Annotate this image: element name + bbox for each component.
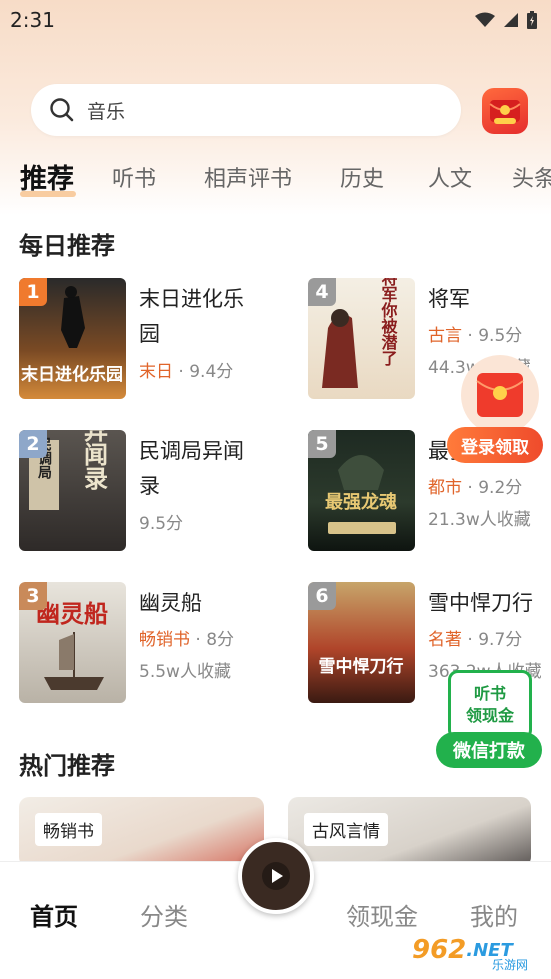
site-watermark: 962 .NET 乐游网 [412,926,548,974]
rank-badge: 5 [308,430,336,458]
book-genre: 畅销书 [139,630,190,650]
login-reward-float[interactable]: 登录领取 [447,355,543,463]
book-meta: 名著 · 9.7分 [428,630,523,650]
search-icon [50,98,74,122]
book-genre: 古言 [428,326,462,346]
red-envelope-icon [461,355,539,435]
book-cover: 民调局 异闻录 2 [19,430,126,551]
book-score: 9.7分 [478,630,523,650]
hot-card-label: 古风言情 [304,813,388,846]
cash-line-1: 听书 [473,684,506,703]
book-score: 9.2分 [478,478,523,498]
book-score: 8分 [206,630,235,650]
tab-active-indicator [20,191,76,197]
book-genre: 末日 [139,362,173,382]
play-icon [262,862,290,890]
cash-line-2: 领现金 [465,706,514,725]
wechat-payout-button[interactable]: 微信打款 [436,732,542,768]
cash-reward-card: 听书 领现金 [448,670,532,740]
cover-title: 雪中悍刀行 [319,656,404,677]
cover-subtitle: 异闻录 [80,430,109,491]
rank-badge: 6 [308,582,336,610]
nav-cash[interactable]: 领现金 [346,897,418,932]
book-cover: 将军你被潜了 4 [308,278,415,399]
book-card-3[interactable]: 幽灵船 3 幽灵船 畅销书 · 8分 5.5w人收藏 [19,582,279,707]
rank-badge: 3 [19,582,47,610]
search-input[interactable]: 音乐 [31,84,461,136]
signal-icon [504,13,518,27]
cash-reward-float[interactable]: 听书 领现金 微信打款 [436,670,542,770]
book-title: 民调局异闻录 [139,439,244,498]
status-icons [475,11,537,29]
book-genre: 都市 [428,478,462,498]
rank-badge: 4 [308,278,336,306]
red-envelope-icon [489,100,521,124]
book-title: 雪中悍刀行 [428,591,533,615]
rank-badge: 1 [19,278,47,306]
category-tabs: 推荐 听书 相声评书 历史 人文 头条 [0,155,551,199]
daily-section-title: 每日推荐 [19,232,115,260]
nav-home[interactable]: 首页 [30,897,78,932]
book-meta: 9.5分 [139,509,183,534]
hot-section-title: 热门推荐 [19,752,115,780]
book-favorites: 21.3w人收藏 [428,510,531,530]
player-button[interactable] [238,838,314,914]
wifi-icon [475,12,495,27]
watermark-sub: 乐游网 [492,958,529,972]
nav-category[interactable]: 分类 [140,897,188,932]
book-cover: 幽灵船 3 [19,582,126,703]
status-time: 2:31 [10,8,55,32]
tab-headlines[interactable]: 头条 [512,161,551,193]
red-envelope-button[interactable] [482,88,528,134]
status-bar: 2:31 [0,0,551,40]
rank-badge: 2 [19,430,47,458]
watermark-number: 962 [412,935,467,965]
book-meta: 古言 · 9.5分 [428,326,523,346]
cover-title: 末日进化乐园 [21,364,123,385]
book-cover: 末日进化乐园 1 [19,278,126,399]
book-meta: 都市 · 9.2分 [428,478,523,498]
book-title: 将军 [428,287,470,311]
book-genre: 名著 [428,630,462,650]
cover-title: 将军你被潜了 [379,278,399,367]
hot-card-label: 畅销书 [35,813,102,846]
search-placeholder: 音乐 [87,100,126,123]
book-cover: 雪中悍刀行 6 [308,582,415,703]
battery-icon [527,11,537,29]
book-title: 幽灵船 [139,591,202,615]
tab-history[interactable]: 历史 [340,161,384,193]
hot-card-bestseller[interactable]: 畅销书 [19,797,264,867]
tab-crosstalk[interactable]: 相声评书 [204,161,292,193]
book-score: 9.5分 [139,514,184,534]
book-score: 9.4分 [189,362,234,382]
book-meta: 末日 · 9.4分 [139,362,234,382]
book-cover: 最强龙魂 5 [308,430,415,551]
book-card-1[interactable]: 末日进化乐园 1 末日进化乐园 末日 · 9.4分 [19,278,279,403]
book-score: 9.5分 [478,326,523,346]
tab-humanities[interactable]: 人文 [428,161,472,193]
book-title: 末日进化乐园 [139,287,244,346]
cover-title: 最强龙魂 [325,491,397,513]
hot-card-romance[interactable]: 古风言情 [288,797,531,867]
book-meta: 畅销书 · 8分 [139,630,235,650]
login-reward-button[interactable]: 登录领取 [447,427,543,463]
tab-audiobook[interactable]: 听书 [112,161,156,193]
book-favorites: 5.5w人收藏 [139,662,231,682]
book-card-2[interactable]: 民调局 异闻录 2 民调局异闻录 9.5分 [19,430,279,555]
